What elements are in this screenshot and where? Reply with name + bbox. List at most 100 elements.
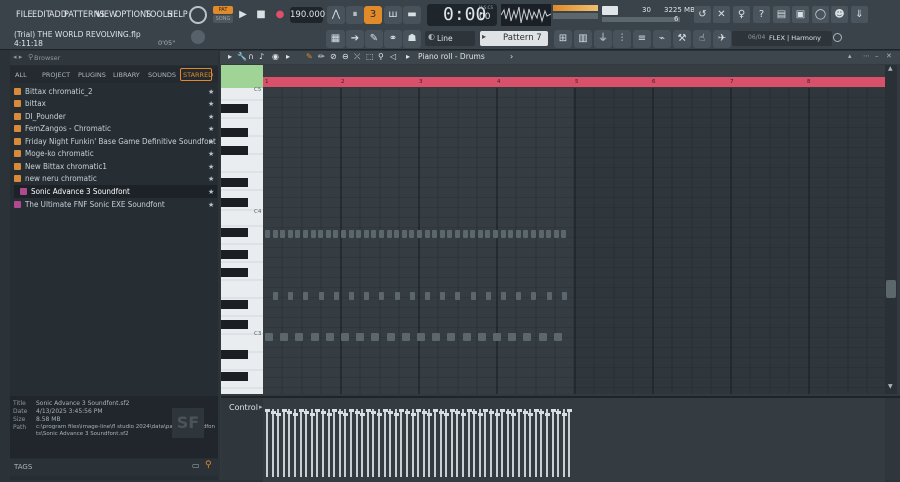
note-block[interactable] <box>272 230 278 238</box>
title-arrow-icon[interactable]: › <box>510 52 513 61</box>
note-block[interactable] <box>295 333 304 341</box>
velocity-handle[interactable] <box>455 411 461 414</box>
velocity-handle[interactable] <box>405 411 410 414</box>
velocity-stem[interactable] <box>422 409 425 477</box>
tab-sounds[interactable]: SOUNDS <box>148 71 176 79</box>
note-block[interactable] <box>371 230 377 238</box>
velocity-stem[interactable] <box>299 409 302 477</box>
note-block[interactable] <box>356 230 362 238</box>
velocity-handle[interactable] <box>472 411 478 414</box>
note-block[interactable] <box>523 230 529 238</box>
browser-item[interactable]: Moge-ko chromatic <box>14 149 94 161</box>
note-grid[interactable] <box>263 88 885 394</box>
note-block[interactable] <box>364 292 370 300</box>
note-block[interactable] <box>516 292 522 300</box>
note-block[interactable] <box>500 230 506 238</box>
snap-select[interactable]: ◐ Line <box>425 31 475 46</box>
velocity-stem[interactable] <box>411 409 414 477</box>
velocity-handle[interactable] <box>293 413 298 416</box>
velocity-handle[interactable] <box>421 411 427 414</box>
velocity-stem[interactable] <box>501 409 504 477</box>
browser-item[interactable]: Friday Night Funkin' Base Game Definitiv… <box>14 137 216 149</box>
velocity-handle[interactable] <box>500 409 506 412</box>
record-button[interactable]: ● <box>271 6 289 24</box>
velocity-stem[interactable] <box>400 409 403 477</box>
metronome-icon[interactable]: ⋀ <box>327 6 345 24</box>
note-block[interactable] <box>531 230 536 238</box>
note-block[interactable] <box>462 230 468 238</box>
search-icon[interactable]: ⚲ <box>205 460 212 470</box>
note-block[interactable] <box>455 230 460 238</box>
note-block[interactable] <box>303 230 308 238</box>
velocity-handle[interactable] <box>505 411 511 414</box>
note-block[interactable] <box>553 333 562 341</box>
browser-toggle-icon[interactable]: ≡ <box>633 30 651 48</box>
star-icon[interactable]: ★ <box>208 125 214 133</box>
time-display[interactable]: 0:00 00 M:S:CS <box>427 4 497 26</box>
help-icon[interactable]: ? <box>753 6 770 23</box>
velocity-stem[interactable] <box>551 409 554 477</box>
velocity-stem[interactable] <box>462 409 464 477</box>
velocity-stem[interactable] <box>372 409 375 477</box>
play-icon[interactable]: ▸ <box>286 52 290 61</box>
velocity-handle[interactable] <box>539 411 545 414</box>
velocity-handle[interactable] <box>360 413 366 416</box>
note-block[interactable] <box>546 230 552 238</box>
velocity-stem[interactable] <box>383 409 386 477</box>
note-block[interactable] <box>341 333 349 341</box>
velocity-stem[interactable] <box>439 409 442 477</box>
star-icon[interactable]: ★ <box>208 100 214 108</box>
velocity-stem[interactable] <box>529 409 532 477</box>
note-block[interactable] <box>386 230 392 238</box>
velocity-stem[interactable] <box>518 409 520 477</box>
note-block[interactable] <box>531 292 537 300</box>
velocity-handle[interactable] <box>388 411 394 414</box>
velocity-handle[interactable] <box>494 413 500 416</box>
note-block[interactable] <box>515 230 521 238</box>
note-block[interactable] <box>523 333 532 341</box>
note-block[interactable] <box>440 292 446 300</box>
browser-item[interactable]: Bittax chromatic_2 <box>14 87 93 99</box>
velocity-stem[interactable] <box>277 409 280 477</box>
touch-icon[interactable]: ☝ <box>693 30 711 48</box>
note-block[interactable] <box>310 230 316 238</box>
note-block[interactable] <box>417 230 422 238</box>
tab-plugins[interactable]: PLUGINS <box>78 71 106 79</box>
arrow-right-icon[interactable]: ➔ <box>346 30 364 48</box>
tag-folder-icon[interactable]: ▭ <box>192 461 200 470</box>
paint-icon[interactable]: ✏ <box>318 52 325 61</box>
velocity-handle[interactable] <box>354 411 360 414</box>
velocity-handle[interactable] <box>567 409 573 412</box>
download-icon[interactable]: ⇓ <box>851 6 868 23</box>
note-block[interactable] <box>287 230 293 238</box>
velocity-handle[interactable] <box>276 413 282 416</box>
velocity-stem[interactable] <box>355 409 358 477</box>
velocity-stem[interactable] <box>406 409 408 477</box>
menu-edit[interactable]: EDIT <box>32 10 51 20</box>
note-icon[interactable]: ♪ <box>259 52 264 61</box>
star-icon[interactable]: ★ <box>208 113 214 121</box>
tools-icon[interactable]: ✕ <box>713 6 730 23</box>
velocity-handle[interactable] <box>393 413 399 416</box>
velocity-handle[interactable] <box>270 411 276 414</box>
velocity-handle[interactable] <box>365 409 371 412</box>
note-block[interactable] <box>295 230 301 238</box>
zoom-icon[interactable]: ⚲ <box>378 52 384 61</box>
velocity-stem[interactable] <box>305 409 308 477</box>
browser-item-selected[interactable]: Sonic Advance 3 Soundfont <box>20 187 130 199</box>
piano-roll-icon[interactable]: ▥ <box>574 30 592 48</box>
wrench-icon[interactable]: ⚒ <box>673 30 691 48</box>
note-block[interactable] <box>349 292 354 300</box>
velocity-handle[interactable] <box>483 409 489 412</box>
plug-icon[interactable]: ⌁ <box>653 30 671 48</box>
star-icon[interactable]: ★ <box>208 138 214 146</box>
gift-icon[interactable]: ▣ <box>792 6 809 23</box>
tab-project[interactable]: PROJECT <box>42 71 70 79</box>
note-block[interactable] <box>341 230 346 238</box>
velocity-handle[interactable] <box>533 409 539 412</box>
note-block[interactable] <box>310 333 319 341</box>
tab-library[interactable]: LIBRARY <box>113 71 140 79</box>
velocity-handle[interactable] <box>545 413 550 416</box>
velocity-stem[interactable] <box>450 409 453 477</box>
velocity-stem[interactable] <box>484 409 487 477</box>
